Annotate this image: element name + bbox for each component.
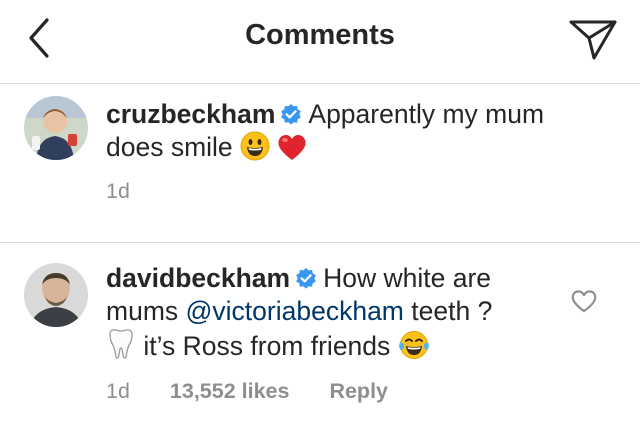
comments-header: Comments — [0, 0, 640, 84]
likes-count[interactable]: 13,552 likes — [170, 379, 290, 403]
comment-time: 1d — [106, 379, 130, 403]
avatar[interactable] — [24, 96, 88, 160]
red-heart-emoji-icon — [277, 133, 307, 169]
verified-badge-icon — [280, 100, 302, 125]
comment-meta: 1d — [106, 179, 164, 204]
comment-username[interactable]: davidbeckham — [106, 263, 290, 293]
comment-body-part: Apparently my mum — [308, 99, 545, 129]
comment-body-part: does smile — [106, 132, 233, 162]
paper-plane-icon — [569, 20, 617, 60]
comment-body-part: teeth ? — [411, 296, 493, 326]
comment-item: cruzbeckham Apparently my mum does smile… — [0, 84, 640, 242]
comment-body-part: mums — [106, 296, 179, 326]
like-comment-button[interactable] — [569, 287, 599, 315]
comment-text: davidbeckham How white are mums @victori… — [106, 262, 576, 368]
reply-button[interactable]: Reply — [329, 379, 388, 403]
page-title: Comments — [245, 19, 395, 51]
avatar[interactable] — [24, 263, 88, 327]
comment-text: cruzbeckham Apparently my mum does smile — [106, 98, 576, 169]
comment-meta: 1d 13,552 likes Reply — [106, 379, 422, 404]
comment-body-part: it’s Ross from friends — [143, 331, 391, 361]
comment-time: 1d — [106, 179, 130, 203]
comment-username[interactable]: cruzbeckham — [106, 99, 275, 129]
comment-item: davidbeckham How white are mums @victori… — [0, 243, 640, 431]
share-button[interactable] — [568, 14, 618, 62]
smiley-emoji-icon — [240, 131, 270, 169]
verified-badge-icon — [295, 264, 317, 289]
mention-link[interactable]: @victoriabeckham — [186, 296, 404, 326]
comment-body-part: How white are — [323, 263, 492, 293]
heart-outline-icon — [571, 290, 597, 313]
tears-of-joy-emoji-icon — [398, 330, 430, 368]
avatar-image — [24, 263, 88, 327]
avatar-image — [24, 96, 88, 160]
tooth-emoji-icon — [106, 328, 136, 368]
